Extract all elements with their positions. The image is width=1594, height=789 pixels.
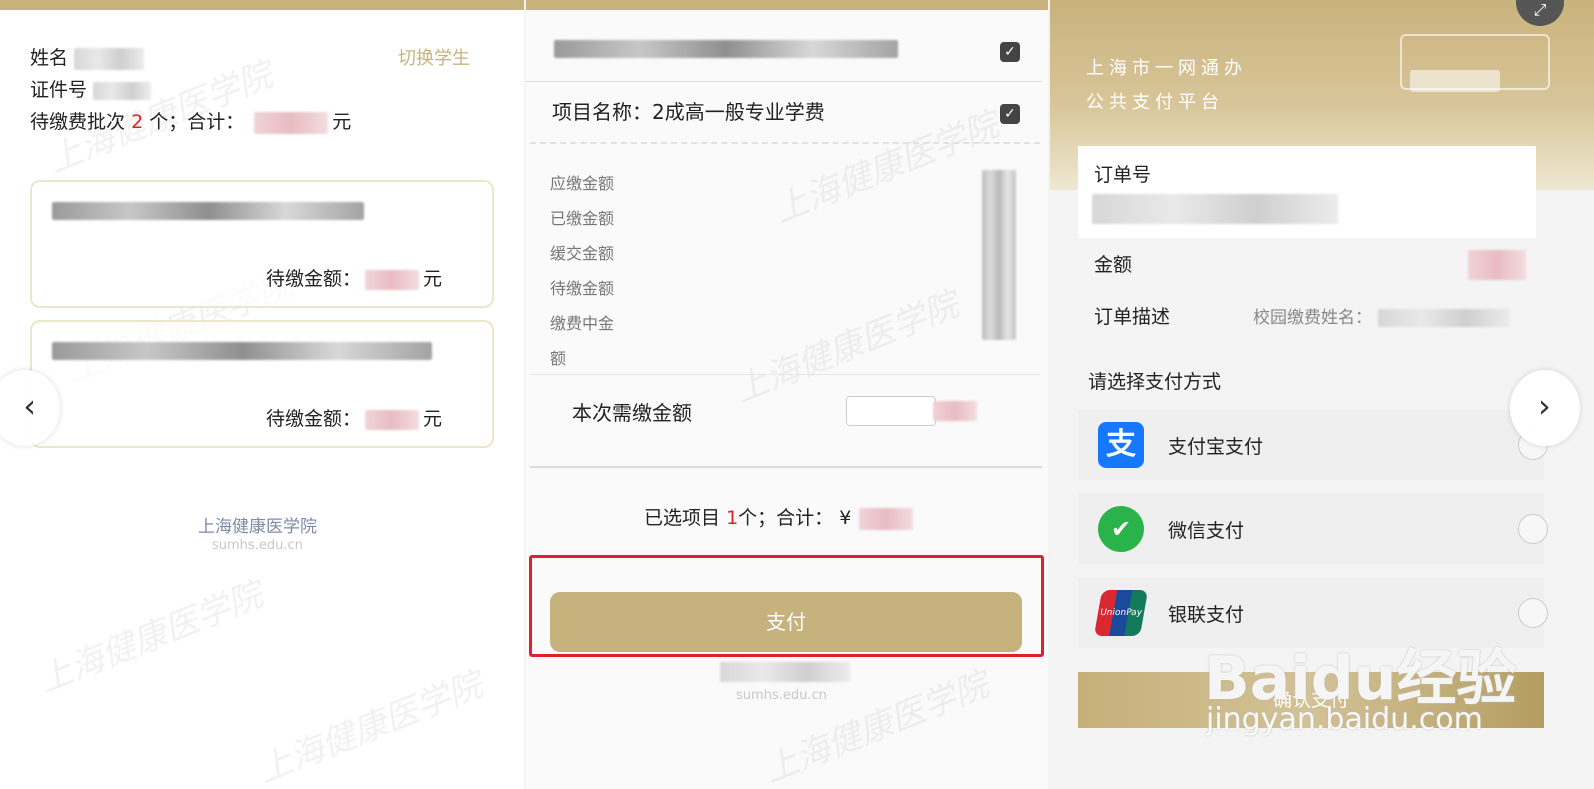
pay-button[interactable]: 支付 (550, 592, 1022, 652)
currency-unit: 元 (332, 111, 352, 133)
redacted-footer-text (720, 662, 850, 682)
divider (530, 374, 1040, 375)
payment-method-name: 微信支付 (1168, 520, 1245, 542)
payment-method-name: 支付宝支付 (1168, 436, 1264, 458)
redacted-batch-title (52, 341, 432, 360)
amount-unit: 元 (422, 408, 442, 430)
school-domain: sumhs.edu.cn (212, 538, 303, 553)
pending-batch-card[interactable]: 待缴金额： 元 (30, 320, 494, 448)
field-label: 缓交金额 (550, 244, 615, 263)
screenshot-root: 上海健康医学院 上海健康医学院 上海健康医学院 上海健康医学院 姓名 证件号 待… (0, 0, 1594, 789)
redacted-amount (933, 401, 977, 421)
redacted-total (254, 111, 329, 134)
school-domain: sumhs.edu.cn (736, 688, 827, 703)
pay-amount-input[interactable] (846, 396, 977, 426)
batch-checkbox[interactable]: ✓ (1000, 42, 1020, 62)
payment-radio[interactable] (1518, 598, 1548, 628)
name-label: 姓名 (30, 47, 69, 69)
order-desc-label: 订单描述 (1094, 306, 1171, 328)
unionpay-icon: UnionPay (1093, 590, 1149, 636)
pending-payments-panel: 上海健康医学院 上海健康医学院 上海健康医学院 上海健康医学院 姓名 证件号 待… (0, 0, 524, 789)
selected-prefix: 已选项目 (644, 507, 721, 529)
field-label: 缴费中金 (550, 314, 615, 333)
top-gold-bar (0, 0, 524, 10)
card-illustration-icon (1410, 70, 1500, 92)
redacted-name (74, 47, 145, 70)
name-row: 姓名 (30, 42, 351, 74)
choose-method-label: 请选择支付方式 (1088, 371, 1222, 393)
platform-title-line2: 公共支付平台 (1086, 92, 1224, 113)
top-gold-bar (526, 0, 1048, 10)
redacted-amount (364, 409, 419, 430)
student-info: 姓名 证件号 待缴费批次 2 个；合计： 元 (30, 42, 351, 138)
watermark-logo: 上海健康医学院 (728, 284, 965, 411)
batch-amount: 待缴金额： 元 (266, 264, 442, 291)
wechat-pay-icon: ✔ (1098, 506, 1144, 552)
order-number-card: 订单号 (1078, 146, 1536, 238)
field-label: 应缴金额 (550, 174, 615, 193)
order-number-label: 订单号 (1094, 164, 1152, 186)
field-label: 待缴金额 (550, 279, 615, 298)
pending-summary: 待缴费批次 2 个；合计： 元 (30, 106, 351, 138)
need-pay-label: 本次需缴金额 (572, 401, 692, 425)
selected-suffix: 个；合计： (738, 507, 834, 529)
item-name: 项目名称：2成高一般专业学费 (552, 96, 825, 125)
item-label: 项目名称： (552, 100, 652, 124)
redacted-amount (364, 269, 419, 290)
platform-title-line1: 上海市一网通办 (1086, 58, 1247, 79)
dashed-divider (530, 142, 1040, 144)
batch-amount: 待缴金额： 元 (266, 404, 442, 431)
redacted-values-column (982, 170, 1016, 340)
redacted-name (1378, 309, 1510, 327)
item-checkbox[interactable]: ✓ (1000, 104, 1020, 124)
redacted-batch-title (52, 201, 364, 220)
redacted-total (859, 507, 914, 530)
redacted-order-number (1092, 194, 1338, 224)
select-items-panel: 上海健康医学院 上海健康医学院 上海健康医学院 ✓ 项目名称：2成高一般专业学费… (526, 0, 1048, 789)
school-name: 上海健康医学院 (198, 517, 317, 537)
id-label: 证件号 (30, 79, 88, 101)
watermark-logo: 上海健康医学院 (32, 574, 269, 701)
pending-count: 2 (131, 111, 144, 133)
pending-suffix: 个；合计： (149, 111, 245, 133)
amount-label: 待缴金额： (265, 408, 361, 430)
amount-label: 待缴金额： (265, 268, 361, 290)
payment-method-name: 银联支付 (1168, 604, 1245, 626)
redacted-amount (1468, 250, 1526, 280)
switch-student-link[interactable]: 切换学生 (398, 44, 470, 70)
batch-title (52, 200, 364, 220)
redacted-id (93, 81, 152, 100)
next-image-button[interactable]: › (1510, 370, 1580, 446)
order-desc-text: 校园缴费姓名： (1253, 308, 1372, 328)
divider (530, 466, 1042, 468)
payment-option-wechat[interactable]: ✔ 微信支付 (1078, 494, 1548, 564)
pending-batch-card[interactable]: 待缴金额： 元 (30, 180, 494, 308)
batch-title (52, 340, 432, 360)
order-desc-value: 校园缴费姓名： (1253, 303, 1510, 328)
watermark-logo: 上海健康医学院 (252, 664, 489, 789)
selected-summary: 已选项目 1个；合计： ¥ (644, 503, 914, 530)
amount-unit: 元 (422, 268, 442, 290)
redacted-batch-title (554, 40, 898, 58)
alipay-icon: 支 (1098, 422, 1144, 468)
payment-option-alipay[interactable]: 支 支付宝支付 (1078, 410, 1548, 480)
pending-prefix: 待缴费批次 (30, 111, 126, 133)
amount-label: 金额 (1094, 254, 1133, 276)
field-label: 已缴金额 (550, 209, 615, 228)
batch-row[interactable]: ✓ (526, 20, 1042, 82)
baidu-watermark-url: jingyan.baidu.com (1206, 702, 1483, 737)
id-row: 证件号 (30, 74, 351, 106)
selected-count: 1 (726, 507, 739, 529)
payment-radio[interactable] (1518, 514, 1548, 544)
field-label: 额 (550, 349, 567, 368)
currency-symbol: ¥ (839, 507, 852, 529)
item-name-value: 2成高一般专业学费 (652, 100, 825, 124)
